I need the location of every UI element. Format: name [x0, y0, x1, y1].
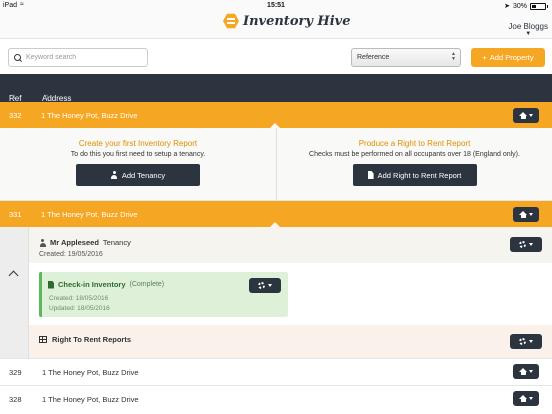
- tenancy-created: Created: 19/05/2016: [39, 251, 103, 258]
- caret-down-icon: [529, 213, 533, 216]
- property-address: 1 The Honey Pot, Buzz Drive: [41, 210, 138, 219]
- plus-icon: +: [482, 53, 487, 62]
- user-icon: [39, 238, 46, 247]
- property-row-329[interactable]: 329 1 The Honey Pot, Buzz Drive: [0, 358, 552, 385]
- inventory-prompt-title: Create your first Inventory Report: [78, 139, 198, 148]
- property-actions-button[interactable]: [513, 391, 539, 406]
- app-header: Inventory Hive Joe Bloggs ▼: [0, 11, 552, 38]
- caret-down-icon: [529, 243, 533, 246]
- right-to-rent-prompt: Produce a Right to Rent Report Checks mu…: [276, 128, 552, 201]
- checkin-created: Created: 18/05/2016: [49, 295, 109, 302]
- rtr-prompt-subtitle: Checks must be performed on all occupant…: [309, 151, 520, 158]
- search-icon: [14, 53, 22, 62]
- checkin-status: (Complete): [129, 281, 165, 288]
- add-rtr-label: Add Right to Rent Report: [377, 170, 462, 180]
- property-ref: 328: [9, 395, 22, 404]
- status-right: ➤ 30%: [504, 2, 548, 10]
- clock: 15:51: [267, 2, 285, 9]
- tenancy-header: Mr Appleseed Tenancy Created: 19/05/2016: [29, 227, 552, 263]
- home-icon: [519, 368, 527, 375]
- rtr-settings-button[interactable]: [510, 334, 542, 349]
- property-address: 1 The Honey Pot, Buzz Drive: [41, 111, 138, 120]
- property-address: 1 The Honey Pot, Buzz Drive: [42, 395, 139, 404]
- add-property-label: Add Property: [489, 53, 534, 62]
- hive-logo-icon: [223, 13, 239, 29]
- chevron-down-icon: ▼: [525, 31, 532, 37]
- tenancy-word: Tenancy: [102, 238, 131, 247]
- caret-down-icon: [529, 370, 533, 373]
- document-icon: [367, 171, 374, 179]
- expand-pointer: [270, 123, 280, 128]
- rtr-section: Right To Rent Reports: [29, 325, 552, 358]
- add-property-button[interactable]: + Add Property: [471, 48, 545, 67]
- user-icon: [111, 171, 118, 179]
- rtr-section-title: Right To Rent Reports: [39, 335, 131, 344]
- app-name: Inventory Hive: [243, 13, 351, 29]
- location-icon: ➤: [504, 3, 510, 10]
- inventory-prompt-subtitle: To do this you first need to setup a ten…: [70, 151, 206, 158]
- search-box[interactable]: [8, 48, 148, 67]
- table-header: Ref ⇅ Address ⇅: [0, 74, 552, 103]
- property-ref: 331: [9, 210, 22, 219]
- property-row-328[interactable]: 328 1 The Honey Pot, Buzz Drive: [0, 385, 552, 412]
- caret-down-icon: [529, 397, 533, 400]
- home-icon: [519, 211, 527, 218]
- select-arrows-icon: ▲ ▼: [451, 51, 456, 62]
- caret-down-icon: [529, 340, 533, 343]
- rtr-prompt-title: Produce a Right to Rent Report: [358, 139, 471, 148]
- document-icon: [48, 280, 54, 289]
- tenancy-title: Mr Appleseed Tenancy: [39, 238, 131, 247]
- search-input[interactable]: [26, 54, 146, 61]
- property-ref: 329: [9, 368, 22, 377]
- app-logo[interactable]: Inventory Hive: [223, 13, 350, 29]
- gear-icon: [519, 241, 526, 248]
- user-menu[interactable]: Joe Bloggs ▼: [508, 22, 548, 37]
- add-tenancy-button[interactable]: Add Tenancy: [76, 164, 200, 186]
- home-icon: [519, 395, 527, 402]
- tenant-name: Mr Appleseed: [50, 238, 99, 247]
- toolbar: Reference ▲▼ + Add Property: [0, 38, 552, 74]
- gear-icon: [519, 338, 526, 345]
- checkin-name: Check-in Inventory: [58, 280, 126, 289]
- battery-icon: [530, 2, 546, 10]
- checkin-settings-button[interactable]: [249, 278, 281, 293]
- checkin-inventory-card[interactable]: Check-in Inventory (Complete) Created: 1…: [39, 272, 288, 317]
- property-actions-button[interactable]: [513, 364, 539, 379]
- sort-icon: ⇅: [11, 95, 17, 101]
- status-bar: iPad ≈ 15:51 ➤ 30%: [0, 0, 552, 11]
- property-332-details: Create your first Inventory Report To do…: [0, 128, 552, 201]
- home-icon: [519, 112, 527, 119]
- checkin-updated: Updated: 18/05/2016: [49, 305, 110, 312]
- tenancy-reports: Check-in Inventory (Complete) Created: 1…: [29, 263, 552, 325]
- caret-down-icon: [268, 284, 272, 287]
- sort-select-value: Reference: [357, 54, 390, 61]
- property-actions-button[interactable]: [513, 108, 539, 123]
- battery-percent: 30%: [512, 2, 527, 10]
- user-name: Joe Bloggs: [508, 22, 548, 31]
- property-address: 1 The Honey Pot, Buzz Drive: [42, 368, 139, 377]
- add-rtr-button[interactable]: Add Right to Rent Report: [352, 164, 477, 186]
- gear-icon: [258, 282, 265, 289]
- sort-icon: ⇅: [44, 95, 50, 101]
- property-ref: 332: [9, 111, 22, 120]
- collapse-rail[interactable]: [0, 227, 29, 358]
- add-tenancy-label: Add Tenancy: [121, 170, 166, 180]
- inventory-prompt: Create your first Inventory Report To do…: [0, 128, 276, 201]
- property-actions-button[interactable]: [513, 207, 539, 222]
- table-icon: [39, 336, 47, 343]
- chevron-up-icon[interactable]: [8, 270, 19, 281]
- caret-down-icon: [529, 114, 533, 117]
- checkin-title: Check-in Inventory (Complete): [48, 280, 164, 289]
- sort-select[interactable]: Reference ▲ ▼: [351, 48, 461, 67]
- tenancy-settings-button[interactable]: [510, 237, 542, 252]
